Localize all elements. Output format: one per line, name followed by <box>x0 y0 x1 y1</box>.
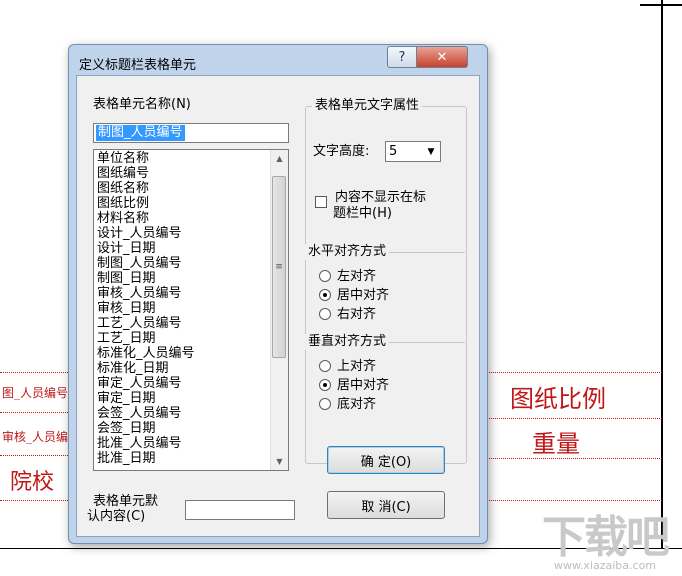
hide-content-checkbox[interactable] <box>315 196 327 208</box>
v-align-center-radio[interactable] <box>319 379 331 391</box>
cad-partial-label: 审核_人员编号 <box>2 430 68 444</box>
hide-content-label-line2: 题栏中(H) <box>333 206 392 221</box>
list-scrollbar[interactable]: ▲ ≡ ▼ <box>270 150 288 470</box>
list-item[interactable]: 设计_人员编号 <box>97 226 269 241</box>
dialog-title: 定义标题栏表格单元 <box>79 58 197 73</box>
text-height-label: 文字高度: <box>313 144 370 159</box>
title-block-line <box>0 500 68 501</box>
default-content-label-line2: 认内容(C) <box>87 509 146 524</box>
chevron-down-icon: ▼ <box>427 146 435 157</box>
default-content-label-line1: 表格单元默 <box>93 494 159 509</box>
help-button[interactable]: ? <box>387 46 417 68</box>
close-icon: ✕ <box>436 49 448 65</box>
list-item[interactable]: 会签_日期 <box>97 421 269 436</box>
vertical-align-group-title: 垂直对齐方式 <box>305 334 390 350</box>
h-align-center-radio[interactable] <box>319 289 331 301</box>
list-item[interactable]: 设计_日期 <box>97 241 269 256</box>
v-align-top-radio[interactable] <box>319 360 331 372</box>
list-item[interactable]: 图纸比例 <box>97 196 269 211</box>
list-item[interactable]: 工艺_人员编号 <box>97 316 269 331</box>
list-item[interactable]: 工艺_日期 <box>97 331 269 346</box>
v-align-center-label: 居中对齐 <box>337 378 390 393</box>
v-align-bottom-radio[interactable] <box>319 398 331 410</box>
h-align-right-radio[interactable] <box>319 308 331 320</box>
cell-name-list: 单位名称 图纸编号 图纸名称 图纸比例 材料名称 设计_人员编号 设计_日期 制图_人员编号制… <box>97 151 269 466</box>
list-item[interactable]: 制图_人员编号 <box>97 256 269 271</box>
title-block-line <box>486 418 662 419</box>
list-item[interactable]: 材料名称 <box>97 211 269 226</box>
list-item[interactable]: 审核_人员编号 <box>97 286 269 301</box>
cad-label-school: 院校 <box>10 470 55 495</box>
scrollbar-thumb[interactable]: ≡ <box>272 176 286 358</box>
define-title-block-cell-dialog: 定义标题栏表格单元 ? ✕ 表格单元名称(N) 制图_人员编号 单位名称 图纸编号… <box>68 44 488 544</box>
list-item[interactable]: 制图_日期 <box>97 271 269 286</box>
text-properties-group-title: 表格单元文字属性 <box>312 98 423 114</box>
h-align-right-label: 右对齐 <box>337 307 377 322</box>
list-item[interactable]: 图纸编号 <box>97 166 269 181</box>
text-height-value: 5 <box>389 144 398 159</box>
dialog-titlebar[interactable]: 定义标题栏表格单元 ? ✕ <box>69 45 487 77</box>
default-content-input[interactable] <box>185 500 295 520</box>
help-icon: ? <box>398 49 406 65</box>
list-item[interactable]: 审核_日期 <box>97 301 269 316</box>
drawing-border-corner-tick <box>640 4 682 6</box>
horizontal-align-group-title: 水平对齐方式 <box>305 244 390 260</box>
close-button[interactable]: ✕ <box>416 46 468 68</box>
title-block-line <box>486 500 662 501</box>
list-item[interactable]: 单位名称 <box>97 151 269 166</box>
h-align-left-radio[interactable] <box>319 270 331 282</box>
scroll-up-arrow-icon[interactable]: ▲ <box>271 150 288 167</box>
list-item[interactable]: 标准化_日期 <box>97 361 269 376</box>
text-height-select[interactable]: 5 ▼ <box>385 141 441 162</box>
watermark-url: www.xiazaiba.com <box>553 559 657 572</box>
title-block-line <box>0 372 68 373</box>
cell-name-value: 制图_人员编号 <box>96 125 185 141</box>
ok-button[interactable]: 确 定(O) <box>327 446 445 474</box>
list-item[interactable]: 审定_人员编号 <box>97 376 269 391</box>
cell-name-listbox[interactable]: 单位名称 图纸编号 图纸名称 图纸比例 材料名称 设计_人员编号 设计_日期 制图_人员编号制… <box>93 149 289 471</box>
title-block-line <box>486 372 662 373</box>
cad-partial-label: 图_人员编号 <box>2 386 68 400</box>
watermark: 下载吧 www.xiazaiba.com <box>542 512 670 573</box>
cell-name-input[interactable]: 制图_人员编号 <box>93 123 289 143</box>
v-align-bottom-label: 底对齐 <box>337 397 377 412</box>
hide-content-label-line1: 内容不显示在标 <box>335 190 427 205</box>
title-block-line <box>0 455 68 456</box>
watermark-logo: 下载吧 <box>542 512 670 563</box>
cad-label-scale: 图纸比例 <box>510 385 606 413</box>
scroll-down-arrow-icon[interactable]: ▼ <box>271 453 288 470</box>
list-item[interactable]: 标准化_人员编号 <box>97 346 269 361</box>
list-item[interactable]: 批准_人员编号 <box>97 436 269 451</box>
h-align-left-label: 左对齐 <box>337 269 377 284</box>
h-align-center-label: 居中对齐 <box>337 288 390 303</box>
cell-name-label: 表格单元名称(N) <box>93 97 191 112</box>
list-item[interactable]: 审定_日期 <box>97 391 269 406</box>
list-item[interactable]: 批准_日期 <box>97 451 269 466</box>
list-item[interactable]: 会签_人员编号 <box>97 406 269 421</box>
v-align-top-label: 上对齐 <box>337 359 377 374</box>
drawing-border-vertical <box>661 0 663 548</box>
list-item[interactable]: 图纸名称 <box>97 181 269 196</box>
cad-label-weight: 重量 <box>532 430 580 458</box>
title-block-line <box>0 412 68 413</box>
dialog-client-area: 表格单元名称(N) 制图_人员编号 单位名称 图纸编号 图纸名称 图纸比例 材料名称 设计… <box>76 75 480 537</box>
cancel-button[interactable]: 取 消(C) <box>327 491 445 519</box>
